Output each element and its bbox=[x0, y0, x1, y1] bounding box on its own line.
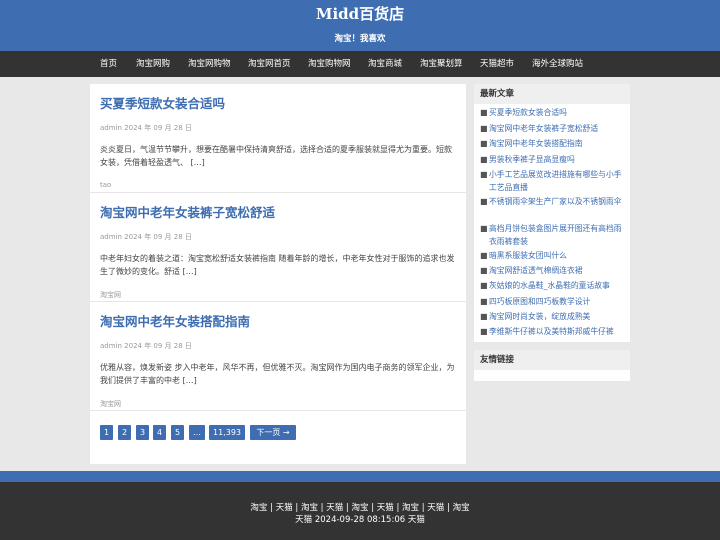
bullet-icon: ■ bbox=[480, 224, 488, 233]
nav-item-home[interactable]: 首页 bbox=[100, 51, 117, 77]
recent-post-item[interactable]: ■ 灰姑娘的水晶鞋_水晶鞋的童话故事 bbox=[480, 280, 626, 293]
post-excerpt: 中老年妇女的着装之道：淘宝宽松舒适女装裤指南 随着年龄的增长，中老年女性对于服饰… bbox=[100, 254, 455, 276]
site-title[interactable]: Midd百货店 bbox=[0, 3, 720, 24]
bullet-icon: ■ bbox=[480, 155, 488, 164]
recent-post-item[interactable]: ■ 淘宝网中老年女装搭配指南 bbox=[480, 138, 626, 151]
divider bbox=[90, 410, 466, 411]
nav-item-taobao-homepage[interactable]: 淘宝网首页 bbox=[248, 51, 291, 77]
recent-post-item[interactable]: ■ 男装秋季裤子显高显瘦吗 bbox=[480, 154, 626, 167]
bullet-icon: ■ bbox=[480, 297, 488, 306]
recent-post-item[interactable]: ■ 李维斯牛仔裤以及美特斯邦威牛仔裤 bbox=[480, 326, 626, 339]
post-meta: admin 2024 年 09 月 28 日 bbox=[100, 233, 192, 241]
bullet-icon: ■ bbox=[480, 170, 488, 179]
post-category[interactable]: 淘宝网 bbox=[100, 290, 121, 300]
footer-stripe bbox=[0, 471, 720, 482]
bullet-icon: ■ bbox=[480, 251, 488, 260]
bullet-icon: ■ bbox=[480, 266, 488, 275]
nav-item-juhuasuan[interactable]: 淘宝聚划算 bbox=[420, 51, 463, 77]
footer-links[interactable]: 淘宝 | 天猫 | 淘宝 | 天猫 | 淘宝 | 天猫 | 淘宝 | 天猫 | … bbox=[0, 501, 720, 513]
post-title[interactable]: 淘宝网中老年女装裤子宽松舒适 bbox=[100, 202, 275, 221]
footer-timestamp: 天猫 2024-09-28 08:15:06 天猫 bbox=[295, 515, 425, 525]
page-button-2[interactable]: 2 bbox=[118, 425, 131, 440]
page-button-4[interactable]: 4 bbox=[153, 425, 166, 440]
bullet-icon: ■ bbox=[480, 108, 488, 117]
site-description: 淘宝！我喜欢 bbox=[334, 34, 386, 44]
page-ellipsis: … bbox=[189, 425, 205, 440]
post-excerpt: 优雅从容，焕发新姿 步入中老年，风华不再，但优雅不灭。淘宝网作为国内电子商务的领… bbox=[100, 363, 455, 385]
main-navigation: 首页 淘宝网购 淘宝网购物 淘宝网首页 淘宝购物网 淘宝商城 淘宝聚划算 天猫超… bbox=[0, 51, 720, 77]
bullet-icon: ■ bbox=[480, 139, 488, 148]
divider bbox=[90, 301, 466, 302]
bullet-icon: ■ bbox=[480, 197, 488, 206]
post-title[interactable]: 买夏季短款女装合适吗 bbox=[100, 93, 225, 112]
page-button-1[interactable]: 1 bbox=[100, 425, 113, 440]
post-category[interactable]: tao bbox=[100, 181, 111, 189]
next-page-button[interactable]: 下一页 → bbox=[250, 425, 296, 440]
bullet-icon: ■ bbox=[480, 124, 488, 133]
recent-posts-widget: 最新文章 ■ 买夏季短款女装合适吗 ■ 淘宝网中老年女装裤子宽松舒适 ■ 淘宝网中老年… bbox=[474, 84, 630, 342]
site-header: Midd百货店 淘宝！我喜欢 bbox=[0, 0, 720, 51]
recent-post-item[interactable]: ■ 暗黑系服装女团叫什么 bbox=[480, 250, 626, 263]
nav-item-taobao-mall[interactable]: 淘宝商城 bbox=[368, 51, 402, 77]
recent-post-item[interactable]: ■ 淘宝网舒适透气棉绸连衣裙 bbox=[480, 265, 626, 278]
page-button-5[interactable]: 5 bbox=[171, 425, 184, 440]
nav-item-global-shopping[interactable]: 海外全球购站 bbox=[532, 51, 583, 77]
divider bbox=[90, 192, 466, 193]
post-list: 买夏季短款女装合适吗 admin 2024 年 09 月 28 日 炎炎夏日，气… bbox=[90, 84, 466, 464]
recent-post-item[interactable]: ■ 四巧板原图和四巧板教学设计 bbox=[480, 296, 626, 309]
bullet-icon: ■ bbox=[480, 327, 488, 336]
bullet-icon: ■ bbox=[480, 281, 488, 290]
nav-item-taobao-shopping[interactable]: 淘宝网购 bbox=[136, 51, 170, 77]
page-button-3[interactable]: 3 bbox=[136, 425, 149, 440]
friendly-links-title: 友情链接 bbox=[474, 350, 630, 370]
post-meta: admin 2024 年 09 月 28 日 bbox=[100, 342, 192, 350]
recent-posts-title: 最新文章 bbox=[474, 84, 630, 104]
post-category[interactable]: 淘宝网 bbox=[100, 399, 121, 409]
recent-post-item[interactable]: ■ 淘宝网中老年女装裤子宽松舒适 bbox=[480, 123, 626, 136]
recent-post-item[interactable]: ■ 高档月饼包装盒图片展开图还有高档雨衣雨裤套装 bbox=[480, 223, 626, 248]
post-meta: admin 2024 年 09 月 28 日 bbox=[100, 124, 192, 132]
recent-post-item[interactable]: ■ 淘宝网时尚女装，绽放成熟美 bbox=[480, 311, 626, 324]
page-button-last[interactable]: 11,393 bbox=[209, 425, 245, 440]
nav-item-tmall-supermarket[interactable]: 天猫超市 bbox=[480, 51, 514, 77]
post-title[interactable]: 淘宝网中老年女装搭配指南 bbox=[100, 311, 250, 330]
nav-item-taobao-online-shopping[interactable]: 淘宝网购物 bbox=[188, 51, 231, 77]
friendly-links-widget: 友情链接 bbox=[474, 350, 630, 381]
site-footer: 淘宝 | 天猫 | 淘宝 | 天猫 | 淘宝 | 天猫 | 淘宝 | 天猫 | … bbox=[0, 482, 720, 540]
bullet-icon: ■ bbox=[480, 312, 488, 321]
nav-item-taobao-shopping-site[interactable]: 淘宝购物网 bbox=[308, 51, 351, 77]
recent-post-item[interactable]: ■ 买夏季短款女装合适吗 bbox=[480, 107, 626, 120]
post-excerpt: 炎炎夏日，气温节节攀升，想要在酷暑中保持清爽舒适，选择合适的夏季服装就显得尤为重… bbox=[100, 145, 452, 167]
recent-post-item[interactable]: ■ 不锈钢雨伞架生产厂家以及不锈钢雨伞 bbox=[480, 196, 626, 209]
recent-post-item[interactable]: ■ 小手工艺品展览改进措施有哪些与小手工艺品直播 bbox=[480, 169, 626, 194]
